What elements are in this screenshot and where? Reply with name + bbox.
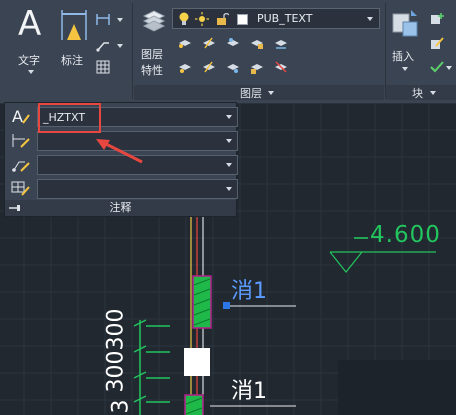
sun-icon	[195, 12, 209, 26]
dark-region	[338, 360, 456, 415]
dimension-style-dropdown-arrow-icon[interactable]	[226, 139, 232, 143]
text-dropdown-icon[interactable]	[28, 70, 34, 74]
layer-tool-icon[interactable]	[226, 60, 240, 74]
table-style-icon[interactable]	[11, 179, 31, 197]
edit-block-icon[interactable]	[430, 36, 444, 50]
layer-panel-title: 图层	[240, 87, 262, 100]
layer-tool-icon[interactable]	[202, 60, 216, 74]
ribbon: A 文字 标注 图层 特性 PUB_TEXT 图层 插入 块	[0, 0, 456, 104]
hydrant-block-upper	[192, 275, 212, 329]
insert-block-icon	[392, 10, 418, 37]
text-style-icon[interactable]: A	[11, 107, 31, 125]
text-tool-button[interactable]: A 文字	[14, 6, 48, 76]
dimension-text[interactable]: 300300	[104, 309, 129, 393]
dimension-tool-button[interactable]: 标注	[56, 8, 92, 76]
layer-tool-icon[interactable]	[250, 36, 264, 50]
highlight-box	[38, 103, 101, 133]
table-style-dropdown-arrow-icon[interactable]	[226, 187, 232, 191]
layer-panel-title-bar[interactable]: 图层	[134, 85, 384, 100]
text-style-dropdown-arrow-icon[interactable]	[226, 115, 232, 119]
layer-tool-icon[interactable]	[274, 60, 288, 74]
layer-properties-button[interactable]: 图层 特性	[138, 6, 170, 80]
hydrant-block-lower	[184, 394, 204, 415]
svg-text:A: A	[12, 107, 23, 125]
layer-color-swatch	[237, 14, 248, 25]
linear-dimension-icon[interactable]	[96, 12, 110, 26]
pin-icon[interactable]	[9, 203, 21, 213]
create-block-icon[interactable]	[430, 12, 444, 26]
multileader-style-icon[interactable]	[11, 155, 31, 173]
unlock-icon	[217, 13, 229, 25]
table-style-dropdown[interactable]	[37, 179, 238, 199]
annotation-panel-title: 注释	[109, 201, 132, 214]
annotation-panel-title-bar[interactable]: 注释	[5, 200, 236, 216]
multileader-style-dropdown-arrow-icon[interactable]	[226, 163, 232, 167]
layer-tool-icon[interactable]	[250, 60, 264, 74]
block-panel-title-bar[interactable]: 块	[386, 85, 456, 100]
white-square	[184, 348, 210, 376]
layer-dropdown-arrow-icon[interactable]	[367, 17, 373, 21]
block-attribute-dropdown-icon[interactable]	[446, 66, 452, 70]
layer-properties-label-1: 图层	[141, 48, 163, 61]
dimension-text-partial[interactable]: 3	[109, 400, 134, 414]
ribbon-separator	[132, 3, 133, 99]
hydrant-label-upper[interactable]: 消1	[231, 273, 267, 305]
layer-tool-icon[interactable]	[178, 36, 192, 50]
text-tool-label: 文字	[18, 54, 40, 67]
dimension-style-icon[interactable]	[11, 131, 31, 149]
dimension-tool-label: 标注	[61, 54, 83, 67]
layer-stack-icon	[142, 10, 166, 32]
layer-tool-icon[interactable]	[274, 36, 288, 50]
layer-tool-icon[interactable]	[226, 36, 240, 50]
layer-dropdown[interactable]: PUB_TEXT	[172, 8, 380, 29]
dimension-lines	[133, 319, 170, 415]
block-panel-title: 块	[412, 87, 423, 100]
layer-tool-icon[interactable]	[178, 60, 192, 74]
insert-block-label: 插入	[392, 50, 414, 63]
insert-block-button[interactable]: 插入	[388, 6, 422, 78]
text-icon: A	[18, 4, 42, 44]
block-attribute-icon[interactable]	[430, 60, 444, 74]
table-icon[interactable]	[96, 60, 110, 74]
block-panel-expand-icon[interactable]	[430, 91, 436, 95]
layer-tool-icon[interactable]	[202, 36, 216, 50]
hydrant-label-lower[interactable]: 消1	[231, 373, 267, 405]
elevation-text[interactable]: 4.600	[370, 222, 441, 248]
selection-grip	[223, 302, 230, 309]
leader-icon[interactable]	[96, 38, 110, 52]
dimension-icon	[61, 10, 87, 40]
layer-properties-label-2: 特性	[141, 64, 163, 77]
insert-dropdown-icon[interactable]	[402, 67, 408, 71]
layer-panel-expand-icon[interactable]	[268, 91, 274, 95]
leader-dropdown-icon[interactable]	[117, 44, 123, 48]
lightbulb-icon	[179, 12, 189, 25]
linear-dimension-dropdown-icon[interactable]	[117, 18, 123, 22]
callout-arrow	[96, 139, 143, 164]
current-layer-name: PUB_TEXT	[257, 12, 313, 25]
